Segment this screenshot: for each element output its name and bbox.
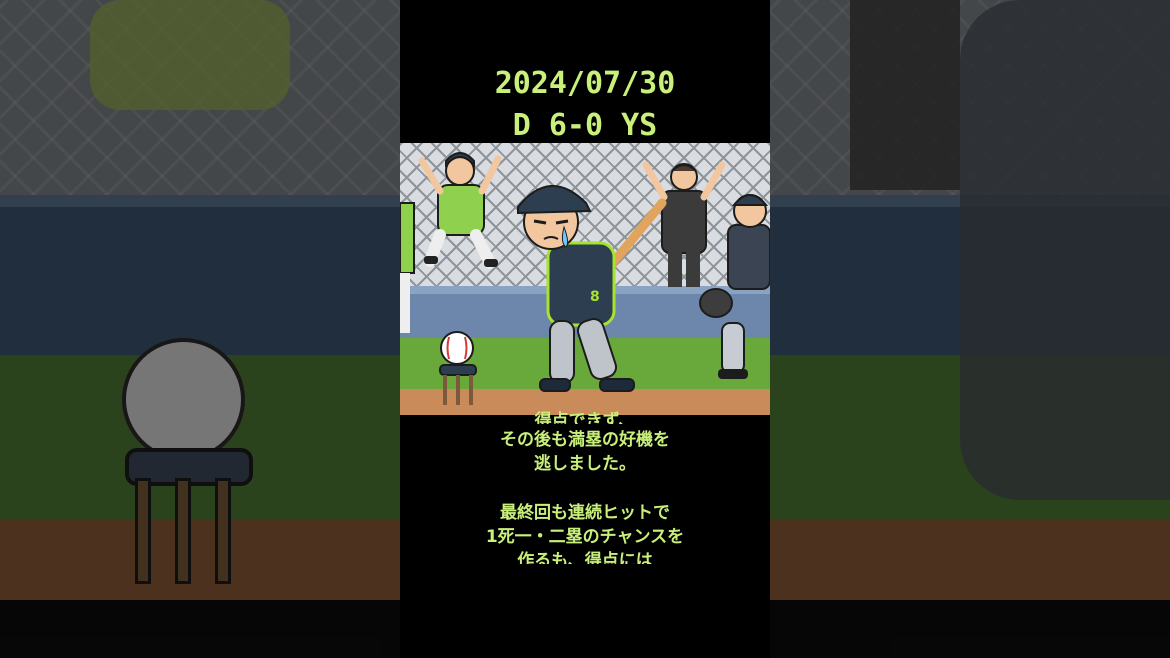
title-date: 2024/07/30: [494, 66, 676, 101]
cheering-fan: [642, 161, 726, 287]
svg-text:8: 8: [590, 289, 600, 305]
subtitle-line: 作るも、得点には: [517, 551, 653, 564]
batter: 8: [517, 185, 667, 392]
cropped-player-left: [400, 202, 415, 333]
subtitle-line: 得点できず、: [534, 411, 636, 424]
subtitle-line: 最終回も連続ヒットで: [500, 503, 670, 523]
subtitle-line: 1死一・二塁のチャンスを: [485, 527, 685, 547]
subtitle-line: その後も満塁の好機を: [500, 430, 670, 450]
characters-illustration: 8: [400, 152, 770, 405]
catcher: [699, 194, 770, 379]
subtitle-line: 逃しました。: [534, 454, 636, 474]
title-score: D 6-0 YS: [512, 108, 658, 143]
cheering-player: [418, 152, 502, 269]
batting-tee: [439, 331, 477, 405]
video-frame[interactable]: 2024/07/30 D 6-0 YS 8 得点できず、 その後も満塁の好機を …: [400, 0, 770, 658]
illustration-scene: 8: [400, 143, 770, 415]
